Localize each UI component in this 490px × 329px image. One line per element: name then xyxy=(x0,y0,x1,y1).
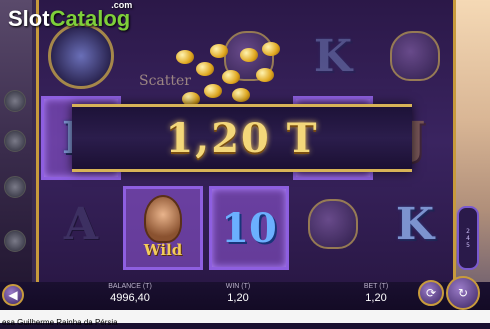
symbol-cell-highlighted: 10 xyxy=(209,186,289,270)
coin-icon xyxy=(176,50,194,64)
left-side-button[interactable] xyxy=(4,130,26,152)
autoplay-button[interactable]: ⟳ xyxy=(418,280,444,306)
symbol-cell: K xyxy=(293,14,373,98)
symbol-k: K xyxy=(313,30,353,82)
coin-icon xyxy=(210,44,228,58)
bag-symbol-icon xyxy=(390,31,440,81)
left-side-button[interactable] xyxy=(4,90,26,112)
line-number: 4 xyxy=(466,234,470,242)
caption-bar: esa Guilherme Rainha da Pérsia xyxy=(0,310,490,327)
spin-icon: ↻ xyxy=(457,286,469,300)
coin-icon xyxy=(204,84,222,98)
line-number: 2 xyxy=(466,227,470,235)
balance-label: BALANCE (T) xyxy=(108,283,152,290)
scatter-label: Scatter xyxy=(138,73,191,89)
spin-button[interactable]: ↻ xyxy=(446,276,480,310)
wild-symbol: Wild xyxy=(123,186,203,270)
symbol-ten: 10 xyxy=(221,204,277,252)
autoplay-icon: ⟳ xyxy=(425,286,437,300)
coin-icon xyxy=(240,48,258,62)
bag-symbol-icon xyxy=(308,199,358,249)
win-banner: 1,20 T xyxy=(72,104,412,172)
bet-display: BET (T) 1,20 xyxy=(356,283,396,304)
lines-indicator: 2 4 5 xyxy=(457,206,479,270)
logo-text: Slot xyxy=(8,6,50,31)
coin-icon xyxy=(232,88,250,102)
orb-symbol-icon xyxy=(48,23,114,89)
bet-label: BET (T) xyxy=(363,283,389,290)
win-label: WIN (T) xyxy=(225,283,251,290)
coin-icon xyxy=(256,68,274,82)
coin-icon xyxy=(222,70,240,84)
left-side-button[interactable] xyxy=(4,176,26,198)
menu-icon: ◀ xyxy=(8,288,18,302)
bet-value: 1,20 xyxy=(365,292,387,304)
wild-label: Wild xyxy=(143,241,183,259)
coin-icon xyxy=(196,62,214,76)
symbol-cell: A xyxy=(41,182,121,266)
balance-display: BALANCE (T) 4996,40 xyxy=(108,283,152,304)
queen-portrait-icon xyxy=(144,195,182,243)
symbol-cell xyxy=(293,182,373,266)
logo-suffix: .com xyxy=(111,0,133,10)
symbol-a: A xyxy=(63,198,99,250)
symbol-cell: K xyxy=(375,182,455,266)
slotcatalog-logo: SlotCatalog .com xyxy=(8,0,132,32)
symbol-k: K xyxy=(395,198,435,250)
win-amount: 1,20 T xyxy=(165,114,319,162)
coin-icon xyxy=(262,42,280,56)
win-display: WIN (T) 1,20 xyxy=(218,283,258,304)
left-side-button[interactable] xyxy=(4,230,26,252)
balance-value: 4996,40 xyxy=(110,292,150,304)
win-value: 1,20 xyxy=(227,292,249,304)
menu-button[interactable]: ◀ xyxy=(2,284,24,306)
line-number: 5 xyxy=(466,241,470,249)
symbol-cell xyxy=(375,14,455,98)
